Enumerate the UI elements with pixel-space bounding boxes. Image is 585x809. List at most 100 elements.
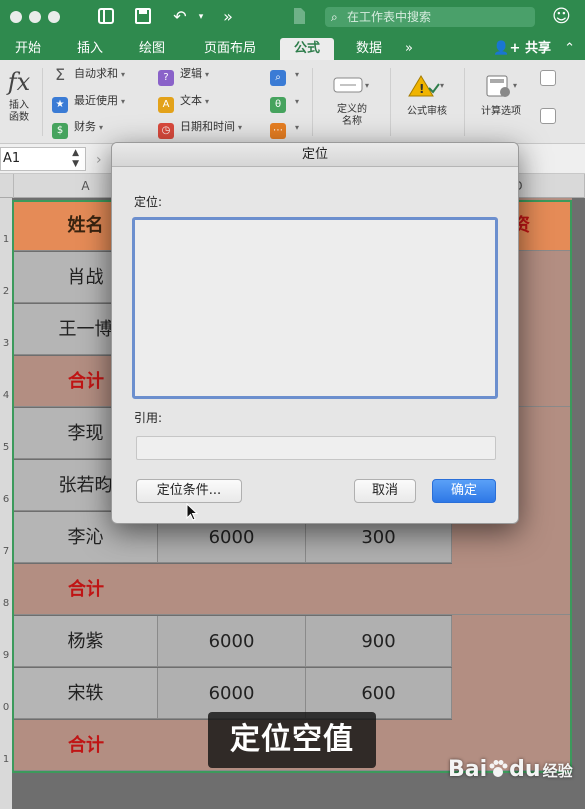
text-icon: A	[158, 97, 174, 113]
video-caption: 定位空值	[208, 712, 376, 768]
datetime-label: 日期和时间	[180, 120, 235, 133]
text-functions-button[interactable]: A 文本 ▾	[158, 91, 209, 113]
tab-data[interactable]: 数据	[348, 38, 390, 60]
value-cell-b[interactable]: 6000	[158, 616, 306, 667]
name-box-value: A1	[3, 151, 21, 166]
row-number[interactable]: 4	[0, 390, 12, 401]
share-button[interactable]: 👤+ 共享	[493, 38, 551, 60]
cancel-button[interactable]: 取消	[354, 479, 416, 503]
math-button[interactable]: θ ▾	[270, 91, 299, 113]
star-icon: ★	[52, 97, 68, 113]
calc-now-icon	[540, 70, 556, 86]
more-icon[interactable]: »	[218, 7, 238, 27]
svg-text:▾: ▾	[440, 81, 444, 90]
question-icon: ?	[158, 70, 174, 86]
more-functions-icon: ⋯	[270, 123, 286, 139]
save-icon[interactable]	[133, 7, 153, 27]
zoom-window-button[interactable]	[48, 11, 60, 23]
goto-label: 定位:	[134, 195, 163, 209]
tab-draw[interactable]: 绘图	[132, 38, 172, 60]
lookup-icon: ⌕	[270, 70, 286, 86]
name-box[interactable]: A1 ▲ ▼	[0, 147, 86, 171]
reference-label: 引用:	[134, 411, 163, 425]
name-cell[interactable]: 杨紫	[14, 616, 158, 667]
financial-label: 财务	[74, 120, 96, 133]
mouse-pointer-icon	[186, 503, 198, 521]
row-number[interactable]: 6	[0, 494, 12, 505]
tab-formulas[interactable]: 公式	[280, 38, 334, 60]
total-label[interactable]: 合计	[14, 720, 158, 771]
tag-icon: ▾	[322, 74, 382, 100]
share-label: 共享	[524, 41, 551, 56]
name-cell[interactable]: 宋轶	[14, 668, 158, 719]
tab-home[interactable]: 开始	[8, 38, 48, 60]
ok-button[interactable]: 确定	[432, 479, 496, 503]
total-label[interactable]: 合计	[14, 564, 158, 615]
watermark-sub: 经验	[542, 762, 573, 780]
warning-icon: ! ▾	[396, 74, 458, 102]
select-all-corner[interactable]	[0, 174, 14, 198]
formula-auditing-button[interactable]: ! ▾ 公式审核	[396, 74, 458, 118]
svg-text:!: !	[419, 82, 424, 96]
formula-auditing-label: 公式审核	[407, 106, 447, 117]
tab-page-layout[interactable]: 页面布局	[194, 38, 266, 60]
file-icon	[289, 7, 309, 27]
money-icon: $	[52, 123, 68, 139]
calc-now-button[interactable]	[540, 70, 562, 90]
row-number[interactable]: 3	[0, 338, 12, 349]
insert-function-label: 插入 函数	[9, 100, 29, 123]
defined-names-button[interactable]: ▾ 定义的 名称	[322, 74, 382, 128]
minimize-window-button[interactable]	[29, 11, 41, 23]
ribbon-tabs: 开始 插入 绘图 页面布局 公式 数据 » 👤+ 共享 ⌃	[0, 34, 585, 60]
search-input[interactable]: ⌕ 在工作表中搜索	[325, 7, 535, 27]
reference-input[interactable]	[136, 436, 496, 460]
recent-functions-button[interactable]: ★ 最近使用 ▾	[52, 91, 125, 113]
goto-list[interactable]	[132, 217, 498, 399]
autosum-label: 自动求和	[74, 67, 118, 80]
dialog-title: 定位	[112, 143, 518, 167]
special-button[interactable]: 定位条件...	[136, 479, 242, 503]
tabs-more-icon[interactable]: »	[398, 38, 420, 60]
undo-icon[interactable]: ↶	[170, 7, 190, 27]
undo-dropdown-icon[interactable]: ▾	[191, 7, 211, 27]
insert-function-button[interactable]: fx 插入 函数	[2, 68, 36, 124]
value-cell-c[interactable]: 900	[306, 616, 452, 667]
search-icon: ⌕	[331, 10, 338, 24]
text-label: 文本	[180, 94, 202, 107]
row-number[interactable]: 1	[0, 754, 12, 765]
paw-icon	[489, 760, 508, 777]
close-window-button[interactable]	[10, 11, 22, 23]
row-number[interactable]: 5	[0, 442, 12, 453]
add-person-icon: 👤+	[493, 41, 521, 56]
row-headers: 1 2 3 4 5 6 7 8 9 0 1	[0, 198, 12, 809]
calc-sheet-button[interactable]	[540, 108, 562, 128]
search-placeholder: 在工作表中搜索	[347, 10, 432, 24]
svg-text:▾: ▾	[365, 81, 369, 90]
tab-insert[interactable]: 插入	[70, 38, 110, 60]
row-number[interactable]: 0	[0, 702, 12, 713]
smiley-icon[interactable]: ☺	[552, 6, 574, 28]
title-bar: ↶ ▾ » ⌕ 在工作表中搜索 ☺	[0, 0, 585, 34]
calc-options-button[interactable]: ▾ 计算选项	[470, 74, 532, 118]
calc-sheet-icon	[540, 108, 556, 124]
row-number[interactable]: 2	[0, 286, 12, 297]
datetime-button[interactable]: ◷ 日期和时间 ▾	[158, 117, 242, 139]
row-number[interactable]: 9	[0, 650, 12, 661]
math-icon: θ	[270, 97, 286, 113]
sidebar-icon[interactable]	[96, 7, 116, 27]
logical-button[interactable]: ? 逻辑 ▾	[158, 64, 209, 86]
row-number[interactable]: 8	[0, 598, 12, 609]
row-number[interactable]: 7	[0, 546, 12, 557]
calculator-icon: ▾	[470, 74, 532, 102]
collapse-ribbon-icon[interactable]: ⌃	[564, 38, 575, 60]
clock-icon: ◷	[158, 123, 174, 139]
logical-label: 逻辑	[180, 67, 202, 80]
name-box-stepper-icon[interactable]: ▲ ▼	[72, 148, 79, 170]
financial-button[interactable]: $ 财务 ▾	[52, 117, 103, 139]
row-number[interactable]: 1	[0, 234, 12, 245]
formula-separator-icon: ›	[96, 152, 102, 168]
autosum-button[interactable]: Σ 自动求和 ▾	[52, 64, 125, 84]
lookup-button[interactable]: ⌕ ▾	[270, 64, 299, 86]
baidu-watermark: Bai du 经验	[448, 752, 580, 788]
more-functions-button[interactable]: ⋯ ▾	[270, 117, 299, 139]
